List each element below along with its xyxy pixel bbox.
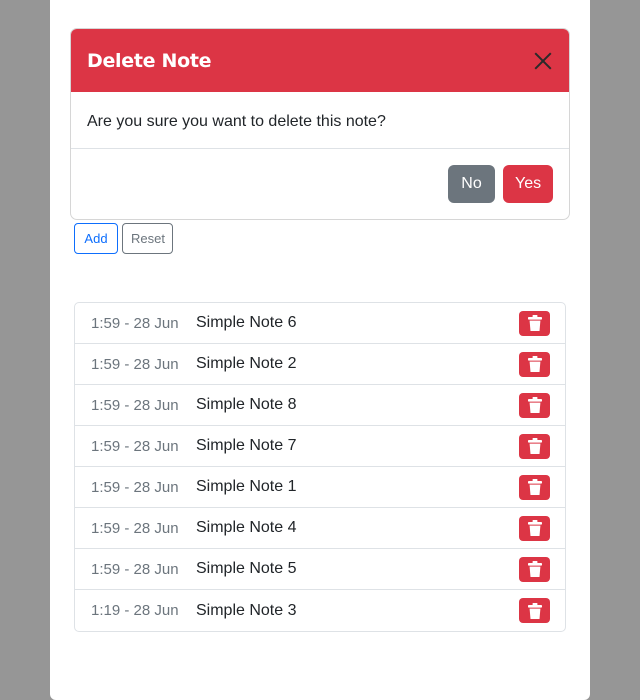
app-panel: Delete Note Are you sure you want to del… bbox=[50, 0, 590, 700]
modal-body: Are you sure you want to delete this not… bbox=[71, 92, 569, 149]
delete-button[interactable] bbox=[519, 392, 550, 418]
delete-button[interactable] bbox=[519, 474, 550, 500]
trash-icon bbox=[527, 479, 542, 495]
close-icon[interactable] bbox=[531, 49, 555, 73]
note-text: Simple Note 6 bbox=[196, 314, 297, 331]
note-timestamp: 1:59 - 28 Jun bbox=[91, 437, 179, 455]
list-item: 1:59 - 28 Jun Simple Note 8 bbox=[75, 385, 565, 426]
note-timestamp: 1:59 - 28 Jun bbox=[91, 519, 179, 537]
note-text: Simple Note 8 bbox=[196, 396, 297, 413]
note-toolbar: Add Reset bbox=[74, 223, 173, 254]
note-text: Simple Note 1 bbox=[196, 478, 297, 495]
delete-button[interactable] bbox=[519, 556, 550, 582]
list-item: 1:59 - 28 Jun Simple Note 7 bbox=[75, 426, 565, 467]
list-item: 1:19 - 28 Jun Simple Note 3 bbox=[75, 590, 565, 631]
trash-icon bbox=[527, 561, 542, 577]
no-button[interactable]: No bbox=[448, 165, 495, 203]
delete-button[interactable] bbox=[519, 433, 550, 459]
yes-button[interactable]: Yes bbox=[503, 165, 553, 203]
note-text: Simple Note 7 bbox=[196, 437, 297, 454]
trash-icon bbox=[527, 602, 542, 619]
note-text: Simple Note 4 bbox=[196, 519, 297, 536]
list-item: 1:59 - 28 Jun Simple Note 2 bbox=[75, 344, 565, 385]
add-button[interactable]: Add bbox=[74, 223, 118, 254]
modal-title: Delete Note bbox=[87, 49, 212, 72]
list-item: 1:59 - 28 Jun Simple Note 5 bbox=[75, 549, 565, 590]
note-timestamp: 1:59 - 28 Jun bbox=[91, 478, 179, 496]
trash-icon bbox=[527, 520, 542, 536]
list-item: 1:59 - 28 Jun Simple Note 6 bbox=[75, 303, 565, 344]
trash-icon bbox=[527, 356, 542, 372]
note-timestamp: 1:59 - 28 Jun bbox=[91, 396, 179, 414]
delete-button[interactable] bbox=[519, 515, 550, 541]
notes-list: 1:59 - 28 Jun Simple Note 6 1:59 - 28 Ju… bbox=[74, 302, 566, 632]
list-item: 1:59 - 28 Jun Simple Note 1 bbox=[75, 467, 565, 508]
note-timestamp: 1:19 - 28 Jun bbox=[91, 602, 179, 619]
trash-icon bbox=[527, 438, 542, 454]
list-item: 1:59 - 28 Jun Simple Note 4 bbox=[75, 508, 565, 549]
modal-message: Are you sure you want to delete this not… bbox=[87, 113, 386, 130]
note-timestamp: 1:59 - 28 Jun bbox=[91, 355, 179, 373]
reset-button[interactable]: Reset bbox=[122, 223, 173, 254]
note-text: Simple Note 3 bbox=[196, 601, 297, 619]
note-text: Simple Note 5 bbox=[196, 560, 297, 577]
trash-icon bbox=[527, 397, 542, 413]
note-timestamp: 1:59 - 28 Jun bbox=[91, 560, 179, 578]
modal-header: Delete Note bbox=[71, 29, 569, 92]
note-timestamp: 1:59 - 28 Jun bbox=[91, 314, 179, 332]
delete-button[interactable] bbox=[519, 598, 550, 623]
note-text: Simple Note 2 bbox=[196, 355, 297, 372]
trash-icon bbox=[527, 315, 542, 331]
delete-button[interactable] bbox=[519, 351, 550, 377]
delete-button[interactable] bbox=[519, 310, 550, 336]
delete-note-modal: Delete Note Are you sure you want to del… bbox=[70, 28, 570, 220]
modal-footer: No Yes bbox=[71, 149, 569, 203]
